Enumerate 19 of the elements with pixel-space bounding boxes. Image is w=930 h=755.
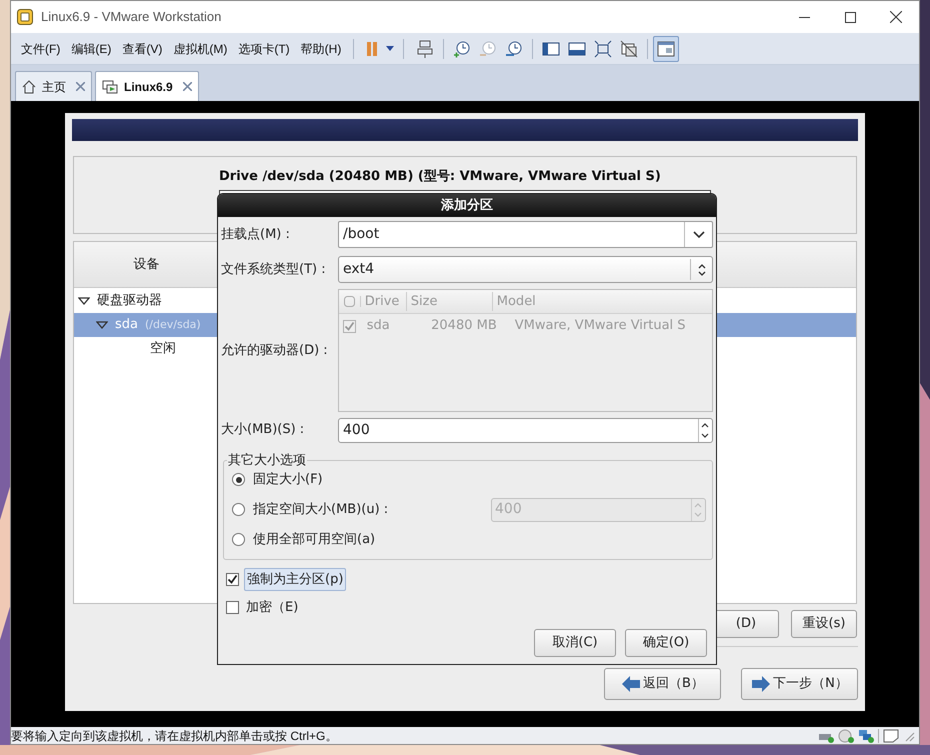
drive-title: Drive /dev/sda (20480 MB) (型号: VMware, VMware Virtual S) [219, 168, 662, 186]
table-cell-text: sda [366, 317, 391, 336]
dialog-title: 添加分区 [218, 194, 716, 217]
tree-label: 硬盘驱动器 [97, 292, 162, 310]
device-path: (/dev/sda) [145, 316, 201, 333]
option-label: 使用全部可用空间(a) [253, 530, 376, 549]
table-cell-text: 20480 MB [430, 317, 498, 336]
field-label: 大小(MB)(S) : [221, 421, 306, 440]
option-label: 固定大小(F) [253, 470, 323, 489]
table-cell-text: VMware, VMware Virtual S [514, 317, 686, 336]
tab-label: 主页 [42, 78, 66, 96]
tab-label: Linux6.9 [124, 78, 173, 96]
tree-label: sda [115, 316, 138, 334]
status-text: 要将输入定向到该虚拟机，请在虚拟机内部单击或按 Ctrl+G。 [11, 728, 338, 744]
window-title: Linux6.9 - VMware Workstation [41, 8, 222, 26]
field-label: 允许的驱动器(D) : [221, 342, 329, 360]
field-label: 挂载点(M) : [221, 226, 291, 244]
field-label: 文件系统类型(T) : [221, 260, 327, 279]
option-label: 指定空间大小(MB)(u) : [253, 500, 388, 519]
